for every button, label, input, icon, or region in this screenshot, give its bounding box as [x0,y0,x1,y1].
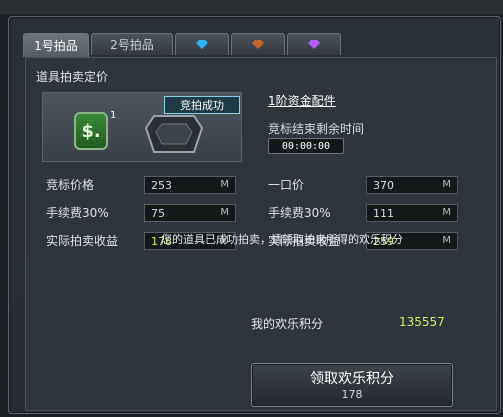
bid-fee-label: 手续费30% [46,206,109,220]
points-value: 135557 [399,315,445,329]
success-badge: 竞拍成功 [164,96,240,114]
timer-label: 竞标结束剩余时间 [268,122,365,136]
field-value: 253 [151,179,172,192]
buyout-price-field[interactable]: 370 M [366,176,458,194]
section-title: 道具拍卖定价 [36,70,109,84]
tab-blue-gem[interactable] [175,33,229,55]
tab-label: 1号拍品 [34,39,78,53]
field-unit: M [220,179,229,190]
item-name-link[interactable]: 1阶资金配件 [268,92,336,109]
tab-item-1[interactable]: 1号拍品 [23,33,89,57]
tab-bar: 1号拍品 2号拍品 [23,33,341,57]
bid-price-label: 竞标价格 [46,178,95,192]
field-unit: M [442,179,451,190]
result-message: 您的道具已成功拍卖，请领取拍卖所得的欢乐积分 [161,233,403,246]
bid-income-label: 实际拍卖收益 [46,234,119,248]
money-icon-symbol: $. [81,120,101,142]
field-value: 111 [373,207,394,220]
auction-dialog: 1号拍品 2号拍品 道具拍卖定价 $. 1 竞拍成功 1阶资金配件 竞标结束剩余… [8,16,501,414]
money-icon: $. [74,112,108,150]
field-unit: M [442,235,451,246]
part-plate-icon [144,115,204,153]
claim-button-label: 领取欢乐积分 [310,371,394,387]
claim-button-amount: 178 [341,388,363,401]
blue-gem-icon [196,40,208,49]
points-label: 我的欢乐积分 [251,317,324,331]
background-strip [0,0,503,14]
tab-orange-gem[interactable] [231,33,285,55]
field-unit: M [442,207,451,218]
field-value: 370 [373,179,394,192]
bid-price-field[interactable]: 253 M [144,176,236,194]
claim-points-button[interactable]: 领取欢乐积分 178 [251,363,453,407]
field-value: 75 [151,207,165,220]
item-count: 1 [110,110,117,121]
buyout-price-label: 一口价 [268,178,305,192]
countdown-timer: 00:00:00 [268,138,344,154]
field-unit: M [220,207,229,218]
orange-gem-icon [252,40,264,49]
tab-purple-gem[interactable] [287,33,341,55]
bid-fee-field: 75 M [144,204,236,222]
tab-label: 2号拍品 [110,38,154,52]
purple-gem-icon [308,40,320,49]
buyout-fee-label: 手续费30% [268,206,331,220]
tab-item-2[interactable]: 2号拍品 [91,33,173,55]
buyout-fee-field: 111 M [366,204,458,222]
